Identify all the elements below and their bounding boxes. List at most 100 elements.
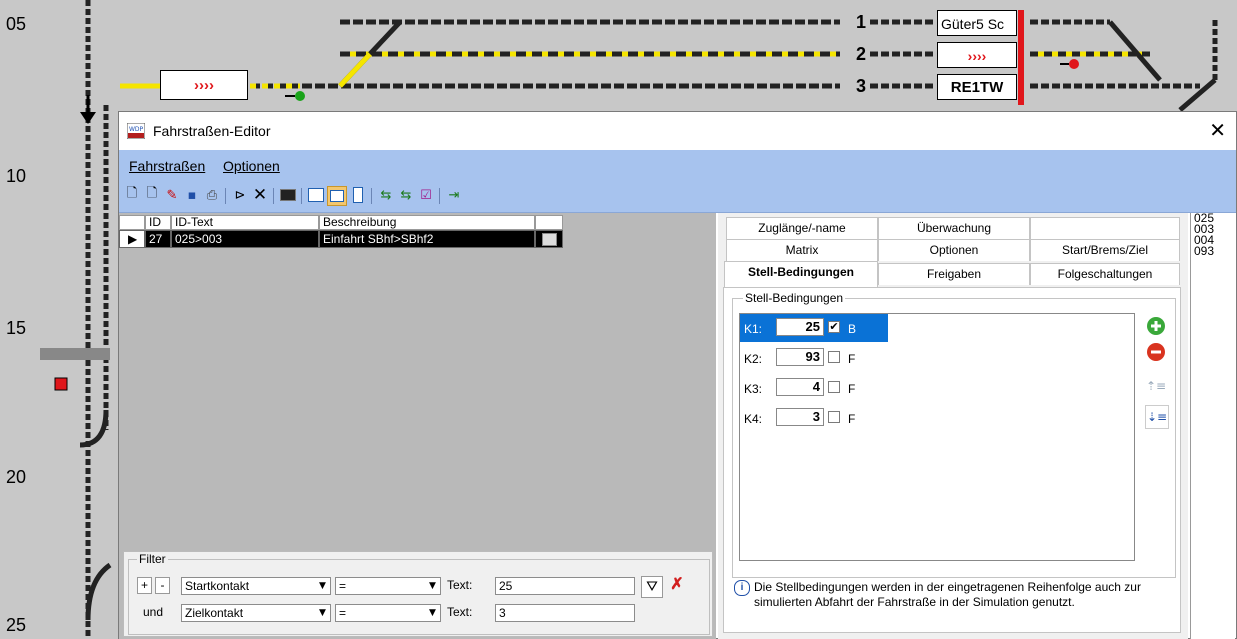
tab-zuglaenge[interactable]: Zuglänge/-name bbox=[726, 217, 878, 239]
row-marker[interactable]: ▶ bbox=[119, 230, 145, 248]
list-item[interactable]: 093 bbox=[1191, 245, 1235, 257]
condition-contact-input[interactable]: 25 bbox=[776, 318, 824, 336]
filter-text-label-2: Text: bbox=[447, 605, 473, 619]
tab-empty[interactable] bbox=[1030, 217, 1180, 239]
track-number-2: 2 bbox=[856, 44, 867, 64]
filter-field-select-1[interactable]: Startkontakt ▼ bbox=[181, 577, 331, 595]
cell-id-text[interactable]: 025>003 bbox=[171, 230, 319, 248]
condition-checkbox[interactable]: ✔ bbox=[828, 321, 840, 333]
move-down-icon[interactable]: ⇣≡ bbox=[1145, 405, 1169, 429]
delete-icon[interactable]: ✕ bbox=[251, 185, 269, 205]
route-icon[interactable]: ⇆ bbox=[377, 186, 395, 204]
filter-und-label: und bbox=[143, 605, 164, 619]
menu-optionen[interactable]: Optionen bbox=[223, 158, 280, 174]
condition-row[interactable]: K4: 3 F bbox=[740, 404, 888, 432]
block-arrows-left[interactable]: ›››› bbox=[160, 70, 248, 100]
table-view-icon[interactable] bbox=[307, 186, 325, 204]
exit-icon[interactable]: ⇥ bbox=[445, 186, 463, 204]
chevron-down-icon: ▼ bbox=[426, 606, 439, 620]
condition-contact-input[interactable]: 93 bbox=[776, 348, 824, 366]
condition-checkbox[interactable] bbox=[828, 351, 840, 363]
filter-funnel-icon[interactable]: ⛛ bbox=[641, 576, 663, 598]
tab-stell-bedingungen[interactable]: Stell-Bedingungen bbox=[724, 261, 878, 287]
check-icon[interactable]: ☑ bbox=[417, 186, 435, 204]
info-note: i Die Stellbedingungen werden in der eing… bbox=[734, 580, 1174, 610]
row-number-15: 15 bbox=[6, 318, 27, 338]
block-gueter[interactable]: Güter5 Sc bbox=[937, 10, 1017, 36]
row-number-10: 10 bbox=[6, 166, 27, 186]
tab-freigaben[interactable]: Freigaben bbox=[878, 263, 1030, 285]
move-up-icon[interactable]: ⇡≡ bbox=[1145, 375, 1167, 397]
contact-list: 025 003 004 093 bbox=[1190, 212, 1235, 639]
condition-contact-input[interactable]: 4 bbox=[776, 378, 824, 396]
stell-bedingungen-group: Stell-Bedingungen K1: 25 ✔ B K2: 93 F K3… bbox=[732, 291, 1176, 578]
filter-clear-icon[interactable]: ✗ bbox=[667, 576, 687, 596]
route-list-pane: ID ID-Text Beschreibung ▶ 27 025>003 Ein… bbox=[119, 213, 716, 639]
route-check-icon[interactable]: ⇆ bbox=[397, 186, 415, 204]
toolbar: 🗋 🗋 ✎ ▪ ⎙ ⊳ ✕ ⇆ ⇆ ☑ ⇥ bbox=[119, 182, 1236, 213]
filter-add-button[interactable]: + bbox=[137, 577, 152, 594]
remove-condition-icon[interactable] bbox=[1145, 341, 1167, 363]
filter-panel: Filter + - Startkontakt ▼ = ▼ Text: 25 ⛛ ✗… bbox=[123, 551, 713, 637]
add-condition-icon[interactable] bbox=[1145, 315, 1167, 337]
app-icon: WDP bbox=[127, 123, 145, 139]
detail-view-icon[interactable] bbox=[349, 186, 367, 204]
print-icon[interactable]: ⎙ bbox=[203, 186, 221, 204]
title-bar: WDP Fahrstraßen-Editor ✕ bbox=[119, 112, 1236, 150]
filter-remove-button[interactable]: - bbox=[155, 577, 170, 594]
grid-header-id[interactable]: ID bbox=[145, 215, 171, 230]
color-bar-icon[interactable] bbox=[279, 186, 297, 204]
edit-icon[interactable]: ✎ bbox=[163, 186, 181, 204]
grid-header-corner bbox=[119, 215, 145, 230]
filter-text-label-1: Text: bbox=[447, 578, 473, 592]
stell-bedingungen-legend: Stell-Bedingungen bbox=[743, 291, 846, 305]
filter-legend: Filter bbox=[137, 552, 168, 566]
track-number-1: 1 bbox=[856, 12, 867, 32]
menu-bar: Fahrstraßen Optionen bbox=[119, 150, 1236, 182]
condition-contact-input[interactable]: 3 bbox=[776, 408, 824, 426]
filter-operator-select-1[interactable]: = ▼ bbox=[335, 577, 441, 595]
fahrstrassen-editor-window: WDP Fahrstraßen-Editor ✕ Fahrstraßen Opt… bbox=[118, 111, 1237, 639]
cell-id[interactable]: 27 bbox=[145, 230, 171, 248]
block-re1tw[interactable]: RE1TW bbox=[937, 74, 1017, 100]
filter-text-input-2[interactable]: 3 bbox=[495, 604, 635, 622]
track-number-3: 3 bbox=[856, 76, 867, 96]
new-icon[interactable]: 🗋 bbox=[123, 186, 141, 204]
row-number-20: 20 bbox=[6, 467, 27, 487]
chevron-down-icon: ▼ bbox=[316, 606, 329, 620]
condition-row[interactable]: K2: 93 F bbox=[740, 344, 888, 372]
grid-header-extra bbox=[535, 215, 563, 230]
condition-row[interactable]: K1: 25 ✔ B bbox=[740, 314, 888, 342]
chevron-down-icon: ▼ bbox=[426, 579, 439, 593]
details-pane: Zuglänge/-name Überwachung Matrix Option… bbox=[718, 213, 1188, 639]
window-title: Fahrstraßen-Editor bbox=[153, 123, 271, 139]
cell-beschreibung[interactable]: Einfahrt SBhf>SBhf2 bbox=[319, 230, 535, 248]
filter-field-select-2[interactable]: Zielkontakt ▼ bbox=[181, 604, 331, 622]
tab-optionen[interactable]: Optionen bbox=[878, 239, 1030, 261]
row-edit-icon[interactable] bbox=[535, 230, 563, 248]
filter-operator-select-2[interactable]: = ▼ bbox=[335, 604, 441, 622]
chevron-down-icon: ▼ bbox=[316, 579, 329, 593]
split-view-icon[interactable] bbox=[327, 186, 347, 206]
condition-checkbox[interactable] bbox=[828, 381, 840, 393]
filter-text-input-1[interactable]: 25 bbox=[495, 577, 635, 595]
tab-start-brems-ziel[interactable]: Start/Brems/Ziel bbox=[1030, 239, 1180, 261]
block-arrows-top[interactable]: ›››› bbox=[937, 42, 1017, 68]
tab-folgeschaltungen[interactable]: Folgeschaltungen bbox=[1030, 263, 1180, 285]
condition-checkbox[interactable] bbox=[828, 411, 840, 423]
grid-header-beschreibung[interactable]: Beschreibung bbox=[319, 215, 535, 230]
conditions-list: K1: 25 ✔ B K2: 93 F K3: 4 F K4: 3 F bbox=[739, 313, 1135, 561]
save-icon[interactable]: ▪ bbox=[183, 186, 201, 204]
menu-fahrstrassen[interactable]: Fahrstraßen bbox=[129, 158, 205, 174]
condition-row[interactable]: K3: 4 F bbox=[740, 374, 888, 402]
svg-text:WDP: WDP bbox=[129, 126, 144, 133]
tag-icon[interactable]: ⊳ bbox=[231, 186, 249, 204]
grid-header-id-text[interactable]: ID-Text bbox=[171, 215, 319, 230]
close-icon[interactable]: ✕ bbox=[1209, 118, 1226, 142]
row-number-05: 05 bbox=[6, 14, 27, 34]
row-number-25: 25 bbox=[6, 615, 27, 635]
tab-ueberwachung[interactable]: Überwachung bbox=[878, 217, 1030, 239]
new-copy-icon[interactable]: 🗋 bbox=[143, 186, 161, 204]
tab-matrix[interactable]: Matrix bbox=[726, 239, 878, 261]
info-text: Die Stellbedingungen werden in der einge… bbox=[754, 580, 1141, 609]
